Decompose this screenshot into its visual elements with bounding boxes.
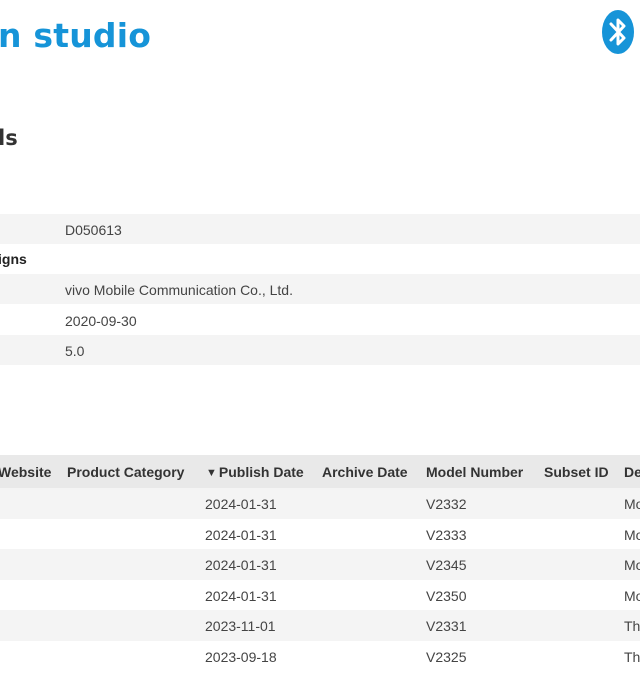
column-header-publish-date[interactable]: ▼ Publish Date	[206, 464, 304, 480]
column-header-archive-date[interactable]: Archive Date	[322, 464, 408, 480]
table-row[interactable]: 2023-11-01 V2331 Th	[0, 610, 640, 641]
table-header-row: Website Product Category ▼ Publish Date A…	[0, 455, 640, 488]
cell-publish-date: 2023-11-01	[205, 618, 276, 635]
column-header-subset-id[interactable]: Subset ID	[544, 464, 609, 480]
cell-model-number[interactable]: V2333	[426, 527, 466, 543]
column-header-website[interactable]: Website	[0, 464, 51, 480]
table-row[interactable]: 2024-01-31 V2332 Mo	[0, 488, 640, 519]
detail-value-date: 2020-09-30	[65, 313, 137, 329]
column-header-product-category[interactable]: Product Category	[67, 464, 184, 480]
cell-model-number[interactable]: V2345	[426, 557, 466, 573]
bluetooth-icon[interactable]	[598, 8, 638, 56]
cell-model-number[interactable]: V2325	[426, 649, 466, 665]
detail-row	[0, 183, 640, 213]
cell-publish-date: 2024-01-31	[205, 526, 277, 543]
cell-description: Th	[624, 648, 640, 665]
cell-publish-date: 2024-01-31	[205, 496, 277, 512]
table-row[interactable]: 2024-01-31 V2345 Mo	[0, 549, 640, 580]
detail-value-company: vivo Mobile Communication Co., Ltd.	[65, 282, 293, 298]
sort-desc-icon: ▼	[206, 467, 217, 479]
cell-publish-date: 2024-01-31	[205, 557, 277, 574]
cell-description: Mo	[624, 526, 640, 543]
cell-model-number[interactable]: V2332	[426, 496, 466, 512]
detail-value-design-number: D050613	[65, 222, 122, 238]
detail-row: D050613	[0, 214, 640, 244]
detail-row: vivo Mobile Communication Co., Ltd.	[0, 274, 640, 304]
cell-model-number[interactable]: V2350	[426, 588, 466, 604]
cell-description: Mo	[624, 557, 640, 574]
brand-logo-text[interactable]: n studio	[0, 16, 151, 55]
detail-label-designs: igns	[0, 251, 27, 267]
details-section-title: ls	[0, 126, 18, 150]
detail-row: 5.0	[0, 335, 640, 365]
cell-model-number[interactable]: V2331	[426, 618, 466, 634]
column-header-model-number[interactable]: Model Number	[426, 464, 523, 480]
cell-publish-date: 2023-09-18	[205, 648, 277, 665]
column-header-publish-date-label: Publish Date	[218, 464, 304, 480]
cell-description: Th	[624, 618, 640, 635]
listings-table: Website Product Category ▼ Publish Date A…	[0, 455, 640, 672]
detail-row: 2020-09-30	[0, 305, 640, 335]
table-row[interactable]: 2024-01-31 V2333 Mo	[0, 519, 640, 550]
detail-value-version: 5.0	[65, 343, 85, 359]
column-header-description[interactable]: De	[624, 464, 640, 480]
detail-row	[0, 366, 640, 396]
table-row[interactable]: 2024-01-31 V2350 Mo	[0, 580, 640, 611]
cell-description: Mo	[624, 496, 640, 512]
detail-row: igns	[0, 244, 640, 274]
cell-description: Mo	[624, 587, 640, 604]
cell-publish-date: 2024-01-31	[205, 587, 277, 604]
table-row[interactable]: 2023-09-18 V2325 Th	[0, 641, 640, 672]
